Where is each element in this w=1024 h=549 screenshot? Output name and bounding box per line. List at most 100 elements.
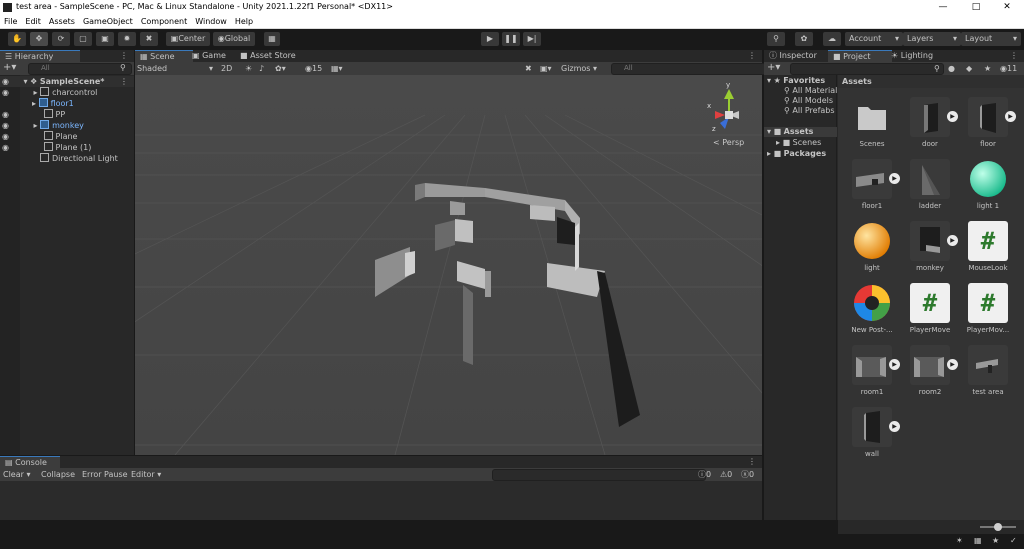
gizmos-dropdown[interactable]: Gizmos ▾ — [561, 62, 605, 75]
progress-icon[interactable]: ▦ — [974, 536, 982, 545]
scene-viewport[interactable]: y x z < Persp — [135, 75, 762, 455]
account-dropdown[interactable]: Account ▾ — [845, 32, 903, 46]
play-preview-icon[interactable]: ▶ — [889, 359, 900, 370]
search-icon[interactable]: ⚲ — [767, 32, 785, 46]
play-preview-icon[interactable]: ▶ — [947, 235, 958, 246]
tools-icon[interactable]: ✖ — [525, 62, 532, 75]
layout-dropdown[interactable]: Layout ▾ — [961, 32, 1021, 46]
favorites-item-all-models[interactable]: ⚲ All Models — [784, 96, 837, 106]
search-by-type-icon[interactable]: ⚲ — [934, 62, 940, 75]
rotate-tool-icon[interactable]: ⟳ — [52, 32, 70, 46]
eye-icon[interactable]: ◉ — [2, 110, 9, 119]
collab-icon[interactable]: ✿ — [795, 32, 813, 46]
filter-icon[interactable]: ● — [948, 62, 955, 75]
play-preview-icon[interactable]: ▶ — [1005, 111, 1016, 122]
label-filter-icon[interactable]: ◆ — [966, 62, 972, 75]
editor-dropdown[interactable]: Editor ▾ — [131, 468, 161, 481]
pivot-center-button[interactable]: ▣Center — [166, 32, 210, 46]
scale-tool-icon[interactable]: ▢ — [74, 32, 92, 46]
info-messages-toggle[interactable]: ⓘ0 — [698, 468, 711, 481]
expand-arrow-icon[interactable]: ▾ — [24, 77, 28, 86]
favorites-item-all-prefabs[interactable]: ⚲ All Prefabs — [784, 106, 837, 116]
cloud-icon[interactable]: ☁ — [823, 32, 841, 46]
transform-tool-icon[interactable]: ✹ — [118, 32, 136, 46]
hidden-objects-toggle[interactable]: ◉15 — [305, 62, 322, 75]
custom-tool-icon[interactable]: ✖ — [140, 32, 158, 46]
asset-room2[interactable]: ▶ room2 — [901, 345, 959, 396]
console-search-input[interactable] — [492, 469, 706, 481]
hierarchy-item-charcontrol[interactable]: ◉ ▸ charcontrol — [0, 87, 134, 98]
eye-icon[interactable]: ◉ — [2, 132, 9, 141]
asset-door[interactable]: ▶ door — [901, 97, 959, 148]
favorites-header[interactable]: ▾ ★ Favorites — [767, 76, 825, 86]
expand-arrow-icon[interactable]: ▸ — [34, 88, 38, 97]
play-preview-icon[interactable]: ▶ — [947, 359, 958, 370]
hierarchy-item-plane-1[interactable]: ◉ Plane (1) — [0, 142, 134, 153]
asset-playermov[interactable]: # PlayerMov... — [959, 283, 1017, 334]
favorite-star-icon[interactable]: ★ — [984, 62, 991, 75]
asset-floor[interactable]: ▶ floor — [959, 97, 1017, 148]
asset-scenes[interactable]: Scenes — [843, 97, 901, 148]
minimize-icon[interactable]: — — [928, 0, 958, 15]
menu-component[interactable]: Component — [137, 15, 191, 29]
maximize-icon[interactable]: □ — [961, 0, 991, 15]
menu-edit[interactable]: Edit — [21, 15, 45, 29]
grid-snap-icon[interactable]: ▦ — [264, 32, 280, 46]
tab-lighting[interactable]: ☀ Lighting — [886, 50, 938, 62]
add-object-icon[interactable]: +▾ — [3, 62, 16, 74]
hierarchy-search-input[interactable]: All — [28, 63, 132, 75]
eye-icon[interactable]: ◉ — [2, 88, 9, 97]
error-messages-toggle[interactable]: ⓧ0 — [741, 468, 754, 481]
play-preview-icon[interactable]: ▶ — [889, 421, 900, 432]
more-options-icon[interactable]: ⋮ — [748, 50, 756, 62]
tab-inspector[interactable]: ⓘ Inspector — [764, 50, 822, 62]
menu-window[interactable]: Window — [191, 15, 231, 29]
lighting-toggle-icon[interactable]: ☀ — [245, 62, 252, 75]
toggle-2d-button[interactable]: 2D — [221, 62, 232, 75]
move-tool-icon[interactable]: ✥ — [30, 32, 48, 46]
warning-messages-toggle[interactable]: ⚠0 — [720, 468, 732, 481]
asset-new-post[interactable]: New Post-... — [843, 283, 901, 334]
asset-playermove[interactable]: # PlayerMove — [901, 283, 959, 334]
asset-ladder[interactable]: ladder — [901, 159, 959, 210]
menu-help[interactable]: Help — [231, 15, 257, 29]
project-search-input[interactable] — [790, 63, 944, 75]
asset-room1[interactable]: ▶ room1 — [843, 345, 901, 396]
tab-asset-store[interactable]: ■ Asset Store — [235, 50, 301, 62]
scene-menu-icon[interactable]: ⋮ — [120, 76, 128, 87]
hierarchy-item-pp[interactable]: ◉ PP — [0, 109, 134, 120]
pivot-global-button[interactable]: ◉Global — [213, 32, 255, 46]
clear-button[interactable]: Clear ▾ — [3, 468, 30, 481]
expand-arrow-icon[interactable]: ▸ — [34, 121, 38, 130]
check-icon[interactable]: ✓ — [1010, 536, 1017, 545]
auto-generate-lighting-icon[interactable]: ★ — [992, 536, 999, 545]
persp-label[interactable]: < Persp — [713, 138, 744, 147]
audio-toggle-icon[interactable]: ♪ — [259, 62, 264, 75]
zoom-slider-handle[interactable] — [994, 523, 1002, 531]
play-preview-icon[interactable]: ▶ — [947, 111, 958, 122]
console-log-area[interactable] — [0, 481, 762, 520]
menu-gameobject[interactable]: GameObject — [79, 15, 137, 29]
asset-wall[interactable]: ▶ wall — [843, 407, 901, 458]
tab-game[interactable]: ▣ Game — [187, 50, 231, 62]
asset-mouselook[interactable]: # MouseLook — [959, 221, 1017, 272]
packages-folder-item[interactable]: ▸ ■ Packages — [767, 149, 826, 159]
more-options-icon[interactable]: ⋮ — [120, 50, 128, 62]
layers-dropdown[interactable]: Layers ▾ — [903, 32, 961, 46]
expand-arrow-icon[interactable]: ▸ — [32, 99, 36, 108]
hierarchy-item-floor1[interactable]: ▸ floor1 — [0, 98, 134, 109]
more-options-icon[interactable]: ⋮ — [748, 456, 756, 468]
asset-floor1[interactable]: ▶ floor1 — [843, 159, 901, 210]
favorites-item-all-materials[interactable]: ⚲ All Materials — [784, 86, 837, 96]
rect-tool-icon[interactable]: ▣ — [96, 32, 114, 46]
play-preview-icon[interactable]: ▶ — [889, 173, 900, 184]
collapse-button[interactable]: Collapse — [41, 468, 75, 481]
assets-folder-item[interactable]: ▾ ■ Assets — [764, 127, 837, 137]
menu-assets[interactable]: Assets — [45, 15, 79, 29]
eye-icon[interactable]: ◉ — [2, 143, 9, 152]
asset-light-1[interactable]: light 1 — [959, 159, 1017, 210]
effects-toggle-icon[interactable]: ✿▾ — [275, 62, 286, 75]
scenes-folder-item[interactable]: ▸ ■ Scenes — [776, 138, 821, 148]
hierarchy-item-plane[interactable]: ◉ Plane — [0, 131, 134, 142]
hierarchy-item-monkey[interactable]: ◉ ▸ monkey — [0, 120, 134, 131]
